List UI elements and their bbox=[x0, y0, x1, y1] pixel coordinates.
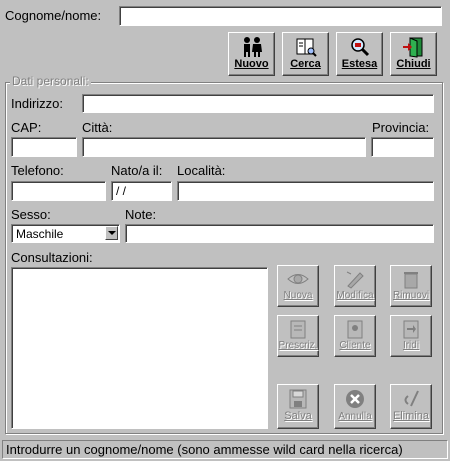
consultazioni-list[interactable] bbox=[11, 267, 268, 429]
iridi-button[interactable]: Iridi bbox=[390, 315, 432, 357]
provincia-input[interactable] bbox=[371, 137, 434, 157]
nuovo-label: Nuovo bbox=[234, 58, 269, 70]
note-input[interactable] bbox=[125, 224, 434, 243]
nuova-button[interactable]: Nuova bbox=[277, 265, 319, 307]
localita-input[interactable] bbox=[177, 181, 434, 201]
cancel-icon bbox=[346, 390, 364, 408]
indirizzo-input[interactable] bbox=[82, 94, 434, 113]
annulla-button[interactable]: Annulla bbox=[334, 384, 376, 429]
elimina-label: Elimina bbox=[392, 410, 430, 422]
delete-icon bbox=[404, 390, 419, 407]
nuova-label: Nuova bbox=[283, 290, 313, 301]
note-label: Note: bbox=[125, 207, 157, 222]
estesa-button[interactable]: Estesa bbox=[336, 32, 383, 76]
name-label: Cognome/nome: bbox=[5, 8, 102, 23]
sesso-label: Sesso: bbox=[11, 207, 51, 222]
trash-icon bbox=[404, 272, 418, 289]
cliente-button[interactable]: Cliente bbox=[334, 315, 376, 357]
iris-icon bbox=[403, 320, 419, 339]
elimina-button[interactable]: Elimina bbox=[390, 384, 432, 429]
nato-label: Nato/a il: bbox=[111, 163, 163, 178]
chevron-down-icon[interactable] bbox=[105, 226, 118, 240]
save-icon bbox=[289, 389, 307, 409]
modifica-label: Modifica bbox=[336, 290, 374, 301]
consultazioni-label: Consultazioni: bbox=[11, 250, 93, 265]
magnifier-icon bbox=[350, 38, 369, 57]
cliente-label: Cliente bbox=[339, 340, 371, 351]
citta-label: Città: bbox=[82, 120, 113, 135]
telefono-input[interactable] bbox=[11, 181, 106, 201]
chiudi-button[interactable]: Chiudi bbox=[390, 32, 437, 76]
localita-label: Località: bbox=[177, 163, 226, 178]
nuovo-button[interactable]: Nuovo bbox=[228, 32, 275, 76]
indirizzo-label: Indirizzo: bbox=[11, 96, 64, 111]
modifica-button[interactable]: Modifica bbox=[334, 265, 376, 307]
salva-button[interactable]: Salva bbox=[277, 384, 319, 429]
cerca-label: Cerca bbox=[290, 58, 321, 70]
cap-input[interactable] bbox=[11, 137, 77, 157]
iridi-label: Iridi bbox=[402, 340, 420, 351]
exit-door-icon bbox=[402, 37, 422, 58]
chiudi-label: Chiudi bbox=[396, 58, 431, 70]
book-search-icon bbox=[296, 38, 317, 57]
rimuovi-button[interactable]: Rimuovi bbox=[390, 265, 432, 307]
edit-icon bbox=[346, 271, 364, 289]
salva-label: Salva bbox=[284, 410, 312, 422]
cerca-button[interactable]: Cerca bbox=[282, 32, 329, 76]
telefono-label: Telefono: bbox=[11, 163, 64, 178]
nato-input[interactable]: / / bbox=[111, 181, 172, 201]
eye-icon bbox=[287, 274, 309, 284]
estesa-label: Estesa bbox=[341, 58, 378, 70]
people-icon bbox=[243, 37, 262, 57]
rimuovi-label: Rimuovi bbox=[392, 290, 430, 301]
citta-input[interactable] bbox=[82, 137, 366, 157]
name-input[interactable] bbox=[119, 6, 442, 26]
cap-label: CAP: bbox=[11, 120, 42, 135]
sesso-select[interactable]: Maschile bbox=[11, 224, 120, 243]
prescriz-label: Prescriz. bbox=[278, 340, 318, 351]
status-bar: Introdurre un cognome/nome (sono ammesse… bbox=[2, 440, 448, 459]
client-icon bbox=[347, 320, 363, 339]
sesso-value: Maschile bbox=[16, 227, 64, 241]
provincia-label: Provincia: bbox=[372, 120, 430, 135]
prescriz-button[interactable]: Prescriz. bbox=[277, 315, 319, 357]
dati-personali-title: Dati personali: bbox=[10, 74, 91, 88]
prescription-icon bbox=[290, 320, 306, 339]
annulla-label: Annulla bbox=[338, 411, 372, 422]
